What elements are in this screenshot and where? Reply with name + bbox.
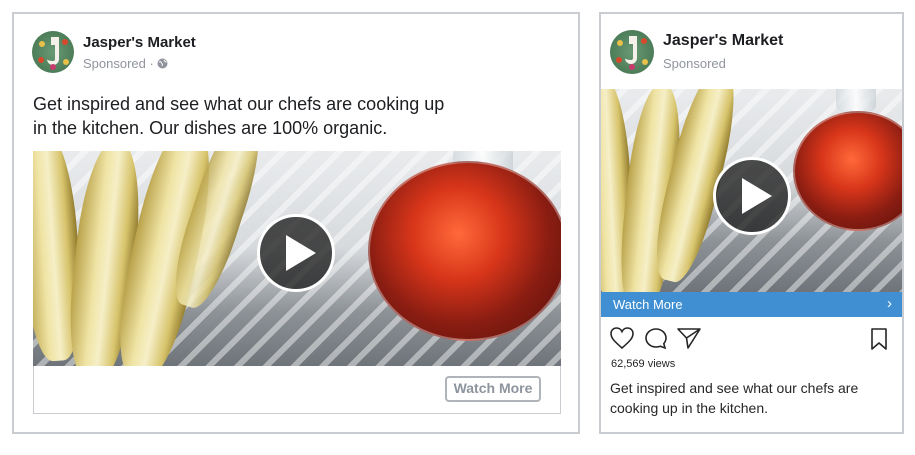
heart-icon[interactable] <box>609 326 635 355</box>
chevron-right-icon: › <box>887 295 892 312</box>
sponsored-label: Sponsored · <box>83 56 168 71</box>
account-name[interactable]: Jasper's Market <box>663 32 783 50</box>
view-count: 62,569 views <box>611 358 676 370</box>
post-text-line-1: Get inspired and see what our chefs are … <box>33 94 445 114</box>
play-icon <box>286 235 316 271</box>
caption-line-1: Get inspired and see what our chefs are <box>610 380 859 396</box>
bookmark-icon[interactable] <box>869 327 889 356</box>
play-icon <box>742 178 772 214</box>
caption-line-2: cooking up in the kitchen. <box>610 400 768 416</box>
video-thumbnail[interactable] <box>601 89 902 292</box>
watch-more-bar[interactable]: Watch More › <box>601 292 902 317</box>
watch-more-label: Watch More <box>613 297 683 312</box>
play-button[interactable] <box>713 157 791 235</box>
page-avatar[interactable] <box>32 31 74 73</box>
video-thumbnail[interactable] <box>33 151 561 366</box>
sponsored-text: Sponsored <box>83 56 146 71</box>
instagram-ad-card: Jasper's Market Sponsored Watch More › 6… <box>599 12 904 434</box>
account-avatar[interactable] <box>610 30 654 74</box>
caption: Get inspired and see what our chefs are … <box>610 378 858 418</box>
facebook-ad-card: Jasper's Market Sponsored · Get inspired… <box>12 12 580 434</box>
globe-icon <box>157 56 168 71</box>
separator: · <box>149 56 154 71</box>
post-text-line-2: in the kitchen. Our dishes are 100% orga… <box>33 118 388 138</box>
watch-more-button[interactable]: Watch More <box>445 376 541 402</box>
post-text: Get inspired and see what our chefs are … <box>33 92 444 140</box>
play-button[interactable] <box>257 214 335 292</box>
comment-icon[interactable] <box>644 327 668 356</box>
cta-footer: Watch More <box>33 366 561 414</box>
page-name[interactable]: Jasper's Market <box>83 34 196 51</box>
sponsored-label: Sponsored <box>663 56 726 71</box>
share-icon[interactable] <box>676 326 702 355</box>
